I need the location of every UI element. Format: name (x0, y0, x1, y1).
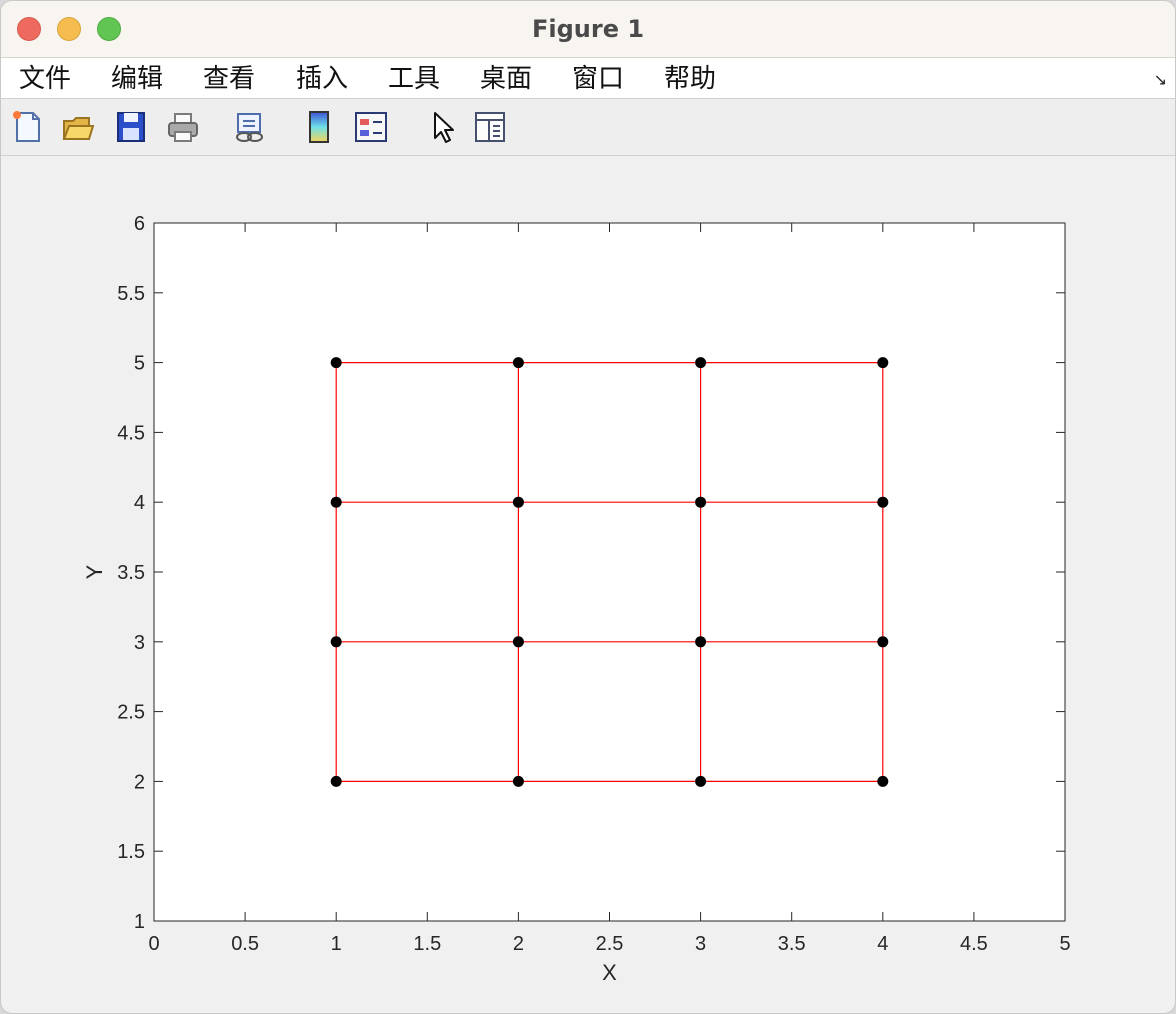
x-tick-label: 2 (513, 933, 524, 955)
menu-bar: 文件 编辑 查看 插入 工具 桌面 窗口 帮助 ↘ (1, 58, 1175, 99)
data-point (695, 496, 707, 508)
menu-insert[interactable]: 插入 (296, 62, 348, 96)
y-tick-label: 3.5 (117, 562, 145, 584)
colorbar-icon[interactable] (303, 109, 337, 145)
plot-area: 0 0.5 1 1.5 2 2.5 3 3.5 4 4.5 5 1 1.5 2 2.5 3 3.5 4 4.5 5 5.… (1, 156, 1175, 1013)
legend-icon[interactable] (354, 109, 388, 145)
x-tick-label: 3 (695, 933, 706, 955)
data-point (512, 775, 524, 787)
print-icon[interactable] (166, 109, 200, 145)
y-tick-label: 1 (134, 911, 145, 933)
data-point (877, 636, 889, 648)
x-tick-label: 4.5 (960, 933, 988, 955)
figure-window: Figure 1 文件 编辑 查看 插入 工具 桌面 窗口 帮助 ↘ 0 0.5… (0, 0, 1176, 1014)
y-tick-label: 5.5 (117, 283, 145, 305)
data-point (877, 357, 889, 369)
y-tick-label: 2 (134, 771, 145, 793)
menu-edit[interactable]: 编辑 (111, 62, 163, 96)
data-point (512, 496, 524, 508)
menu-desktop[interactable]: 桌面 (480, 62, 532, 96)
x-tick-label: 4 (877, 933, 888, 955)
link-plot-icon[interactable] (233, 109, 267, 145)
save-icon[interactable] (114, 109, 148, 145)
y-tick-label: 6 (134, 213, 145, 235)
menu-tools[interactable]: 工具 (388, 62, 440, 96)
x-tick-label: 3.5 (778, 933, 806, 955)
data-point (330, 636, 342, 648)
dock-arrow-icon[interactable]: ↘ (1154, 70, 1167, 89)
y-tick-label: 4 (134, 492, 145, 514)
x-tick-label: 1.5 (413, 933, 441, 955)
data-point (877, 775, 889, 787)
y-tick-label: 3 (134, 632, 145, 654)
y-tick-label: 1.5 (117, 841, 145, 863)
x-axis-label: X (602, 960, 617, 985)
axes-box[interactable] (153, 222, 1066, 922)
x-tick-label: 1 (331, 933, 342, 955)
data-point (330, 496, 342, 508)
x-tick-label: 5 (1059, 933, 1070, 955)
menu-view[interactable]: 查看 (203, 62, 255, 96)
new-figure-icon[interactable] (11, 109, 45, 145)
menu-help[interactable]: 帮助 (664, 62, 716, 96)
y-tick-label: 4.5 (117, 422, 145, 444)
y-axis-label: Y (82, 564, 107, 579)
menu-file[interactable]: 文件 (19, 62, 71, 96)
data-point (512, 636, 524, 648)
toolbar (1, 99, 1175, 156)
menu-window[interactable]: 窗口 (572, 62, 624, 96)
title-bar: Figure 1 (1, 1, 1175, 58)
x-tick-label: 0 (148, 933, 159, 955)
data-point (877, 496, 889, 508)
property-inspector-icon[interactable] (473, 109, 507, 145)
data-point (330, 775, 342, 787)
data-point (695, 636, 707, 648)
y-tick-label: 5 (134, 353, 145, 375)
figure-plot: 0 0.5 1 1.5 2 2.5 3 3.5 4 4.5 5 1 1.5 2 2.5 3 3.5 4 4.5 5 5.… (82, 213, 1071, 985)
x-tick-label: 0.5 (231, 933, 259, 955)
window-title: Figure 1 (531, 15, 645, 43)
open-file-icon[interactable] (61, 109, 95, 145)
data-point (512, 357, 524, 369)
x-tick-label: 2.5 (596, 933, 624, 955)
data-point (695, 775, 707, 787)
data-point (695, 357, 707, 369)
pointer-icon[interactable] (426, 109, 460, 145)
data-point (330, 357, 342, 369)
y-tick-label: 2.5 (117, 702, 145, 724)
